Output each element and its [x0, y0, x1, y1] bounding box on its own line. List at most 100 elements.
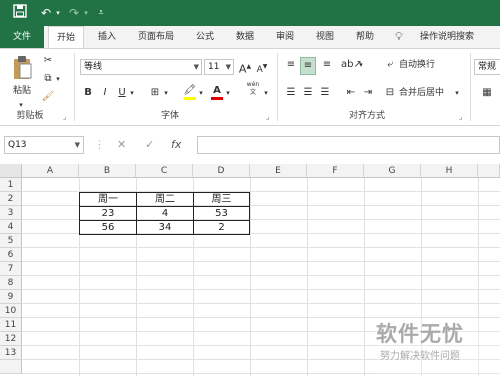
tab-home[interactable]: 开始	[48, 26, 84, 49]
cell-c3[interactable]: 4	[136, 206, 194, 221]
tab-page-layout[interactable]: 页面布局	[130, 26, 182, 48]
increase-indent-icon[interactable]: ⇥	[360, 85, 376, 101]
row-header-9[interactable]: 9	[0, 290, 22, 304]
column-header-d[interactable]: D	[193, 164, 250, 178]
tab-view[interactable]: 视图	[308, 26, 342, 48]
merge-center-icon[interactable]: ⊟	[383, 85, 397, 101]
cell-d2[interactable]: 周三	[193, 192, 250, 207]
cell-d4[interactable]: 2	[193, 220, 250, 235]
undo-dropdown-icon[interactable]: ▾	[54, 4, 62, 22]
align-top-icon[interactable]: ≡	[283, 57, 299, 73]
insert-function-icon[interactable]: fx	[171, 136, 181, 154]
fill-color-icon[interactable]: 🖍︎	[183, 83, 197, 100]
copy-dropdown-icon[interactable]: ▾	[54, 71, 62, 87]
phonetic-dropdown-icon[interactable]: ▾	[262, 85, 270, 101]
row-header-5[interactable]: 5	[0, 234, 22, 248]
undo-icon[interactable]: ↶	[38, 4, 54, 22]
column-header-c[interactable]: C	[136, 164, 193, 178]
save-icon[interactable]	[12, 4, 28, 22]
tab-review[interactable]: 审阅	[268, 26, 302, 48]
column-header-b[interactable]: B	[79, 164, 136, 178]
decrease-indent-icon[interactable]: ⇤	[343, 85, 359, 101]
cell-d3[interactable]: 53	[193, 206, 250, 221]
accounting-format-icon[interactable]: ▦	[478, 85, 496, 101]
tab-help[interactable]: 帮助	[348, 26, 382, 48]
redo-icon: ↷	[68, 6, 80, 20]
customize-icon[interactable]: ⩡	[96, 4, 106, 22]
name-box[interactable]: Q13 ▼	[4, 136, 84, 154]
paste-icon[interactable]	[8, 55, 36, 81]
row-header-3[interactable]: 3	[0, 206, 22, 220]
formula-bar: Q13 ▼ ⋮ ✕ ✓ fx	[0, 126, 500, 164]
font-name-select[interactable]: 等线 ▼	[80, 59, 202, 75]
cell-b2[interactable]: 周一	[79, 192, 137, 207]
borders-dropdown-icon[interactable]: ▾	[162, 85, 170, 101]
cell-b4[interactable]: 56	[79, 220, 137, 235]
row-header-1[interactable]: 1	[0, 178, 22, 192]
enter-icon[interactable]: ✓	[145, 136, 154, 154]
tab-insert[interactable]: 插入	[90, 26, 124, 48]
cell-c4[interactable]: 34	[136, 220, 194, 235]
row-header-2[interactable]: 2	[0, 192, 22, 206]
row-header-12[interactable]: 12	[0, 332, 22, 346]
wrap-text-button[interactable]: 自动换行	[399, 57, 449, 73]
redo-dropdown-icon: ▾	[84, 9, 88, 17]
clipboard-group-label: 剪贴板	[16, 111, 44, 121]
tell-me-search[interactable]: 操作说明搜索	[412, 26, 482, 48]
fill-color-dropdown-icon[interactable]: ▾	[197, 85, 205, 101]
lightbulb-icon: 💡︎	[395, 30, 403, 43]
cut-icon[interactable]: ✂	[40, 53, 56, 69]
row-header-11[interactable]: 11	[0, 318, 22, 332]
tab-data[interactable]: 数据	[228, 26, 262, 48]
grow-font-button[interactable]: A▲	[238, 59, 252, 78]
merge-center-button[interactable]: 合并后居中	[399, 85, 451, 101]
font-color-icon[interactable]: A	[210, 83, 224, 100]
format-painter-icon[interactable]: 🖌︎	[40, 89, 56, 105]
cell-b3[interactable]: 23	[79, 206, 137, 221]
row-header-4[interactable]: 4	[0, 220, 22, 234]
borders-icon[interactable]: ⊞	[148, 85, 162, 101]
font-size-select[interactable]: 11 ▼	[204, 59, 234, 75]
column-header-e[interactable]: E	[250, 164, 307, 178]
phonetic-guide-icon[interactable]: wén 文	[244, 81, 262, 97]
tab-formulas[interactable]: 公式	[188, 26, 222, 48]
bold-button[interactable]: B	[82, 85, 94, 101]
column-header-g[interactable]: G	[364, 164, 421, 178]
orientation-icon[interactable]: ab↗	[341, 57, 362, 73]
column-header-h[interactable]: H	[421, 164, 478, 178]
select-all-corner[interactable]	[0, 164, 22, 178]
row-header-10[interactable]: 10	[0, 304, 22, 318]
align-middle-icon[interactable]: ≡	[300, 57, 316, 75]
merge-dropdown-icon[interactable]: ▾	[453, 85, 461, 101]
alignment-launcher-icon[interactable]: ⌟	[459, 113, 467, 121]
row-header-6[interactable]: 6	[0, 248, 22, 262]
number-format-select[interactable]: 常规	[474, 59, 500, 75]
ribbon-home: 粘贴 ▾ ✂ ⧉ ▾ 🖌︎ 剪贴板 ⌟ 等线 ▼ 11 ▼ A▲ A▼ B I …	[0, 48, 500, 126]
cancel-icon[interactable]: ✕	[117, 136, 126, 154]
column-header-f[interactable]: F	[307, 164, 364, 178]
formula-input[interactable]	[197, 136, 500, 154]
align-left-icon[interactable]: ☰	[283, 85, 299, 101]
align-center-icon[interactable]: ☰	[300, 85, 316, 101]
name-box-value: Q13	[8, 140, 27, 150]
cell-c2[interactable]: 周二	[136, 192, 194, 207]
column-header-i[interactable]	[478, 164, 500, 178]
underline-dropdown-icon[interactable]: ▾	[128, 85, 136, 101]
align-right-icon[interactable]: ☰	[317, 85, 333, 101]
tab-file[interactable]: 文件	[0, 26, 44, 48]
font-color-dropdown-icon[interactable]: ▾	[224, 85, 232, 101]
column-header-a[interactable]: A	[22, 164, 79, 178]
orientation-dropdown-icon[interactable]: ▾	[357, 57, 365, 73]
row-header-7[interactable]: 7	[0, 262, 22, 276]
font-launcher-icon[interactable]: ⌟	[266, 113, 274, 121]
row-header-14[interactable]	[0, 360, 22, 374]
row-header-13[interactable]: 13	[0, 346, 22, 360]
number-format-value: 常规	[478, 62, 497, 72]
row-header-8[interactable]: 8	[0, 276, 22, 290]
underline-button[interactable]: U	[116, 85, 128, 101]
clipboard-launcher-icon[interactable]: ⌟	[63, 113, 71, 121]
align-bottom-icon[interactable]: ≡	[319, 57, 335, 73]
shrink-font-button[interactable]: A▼	[255, 59, 269, 78]
wrap-text-icon[interactable]: ⤶	[383, 57, 397, 73]
italic-button[interactable]: I	[99, 85, 111, 101]
